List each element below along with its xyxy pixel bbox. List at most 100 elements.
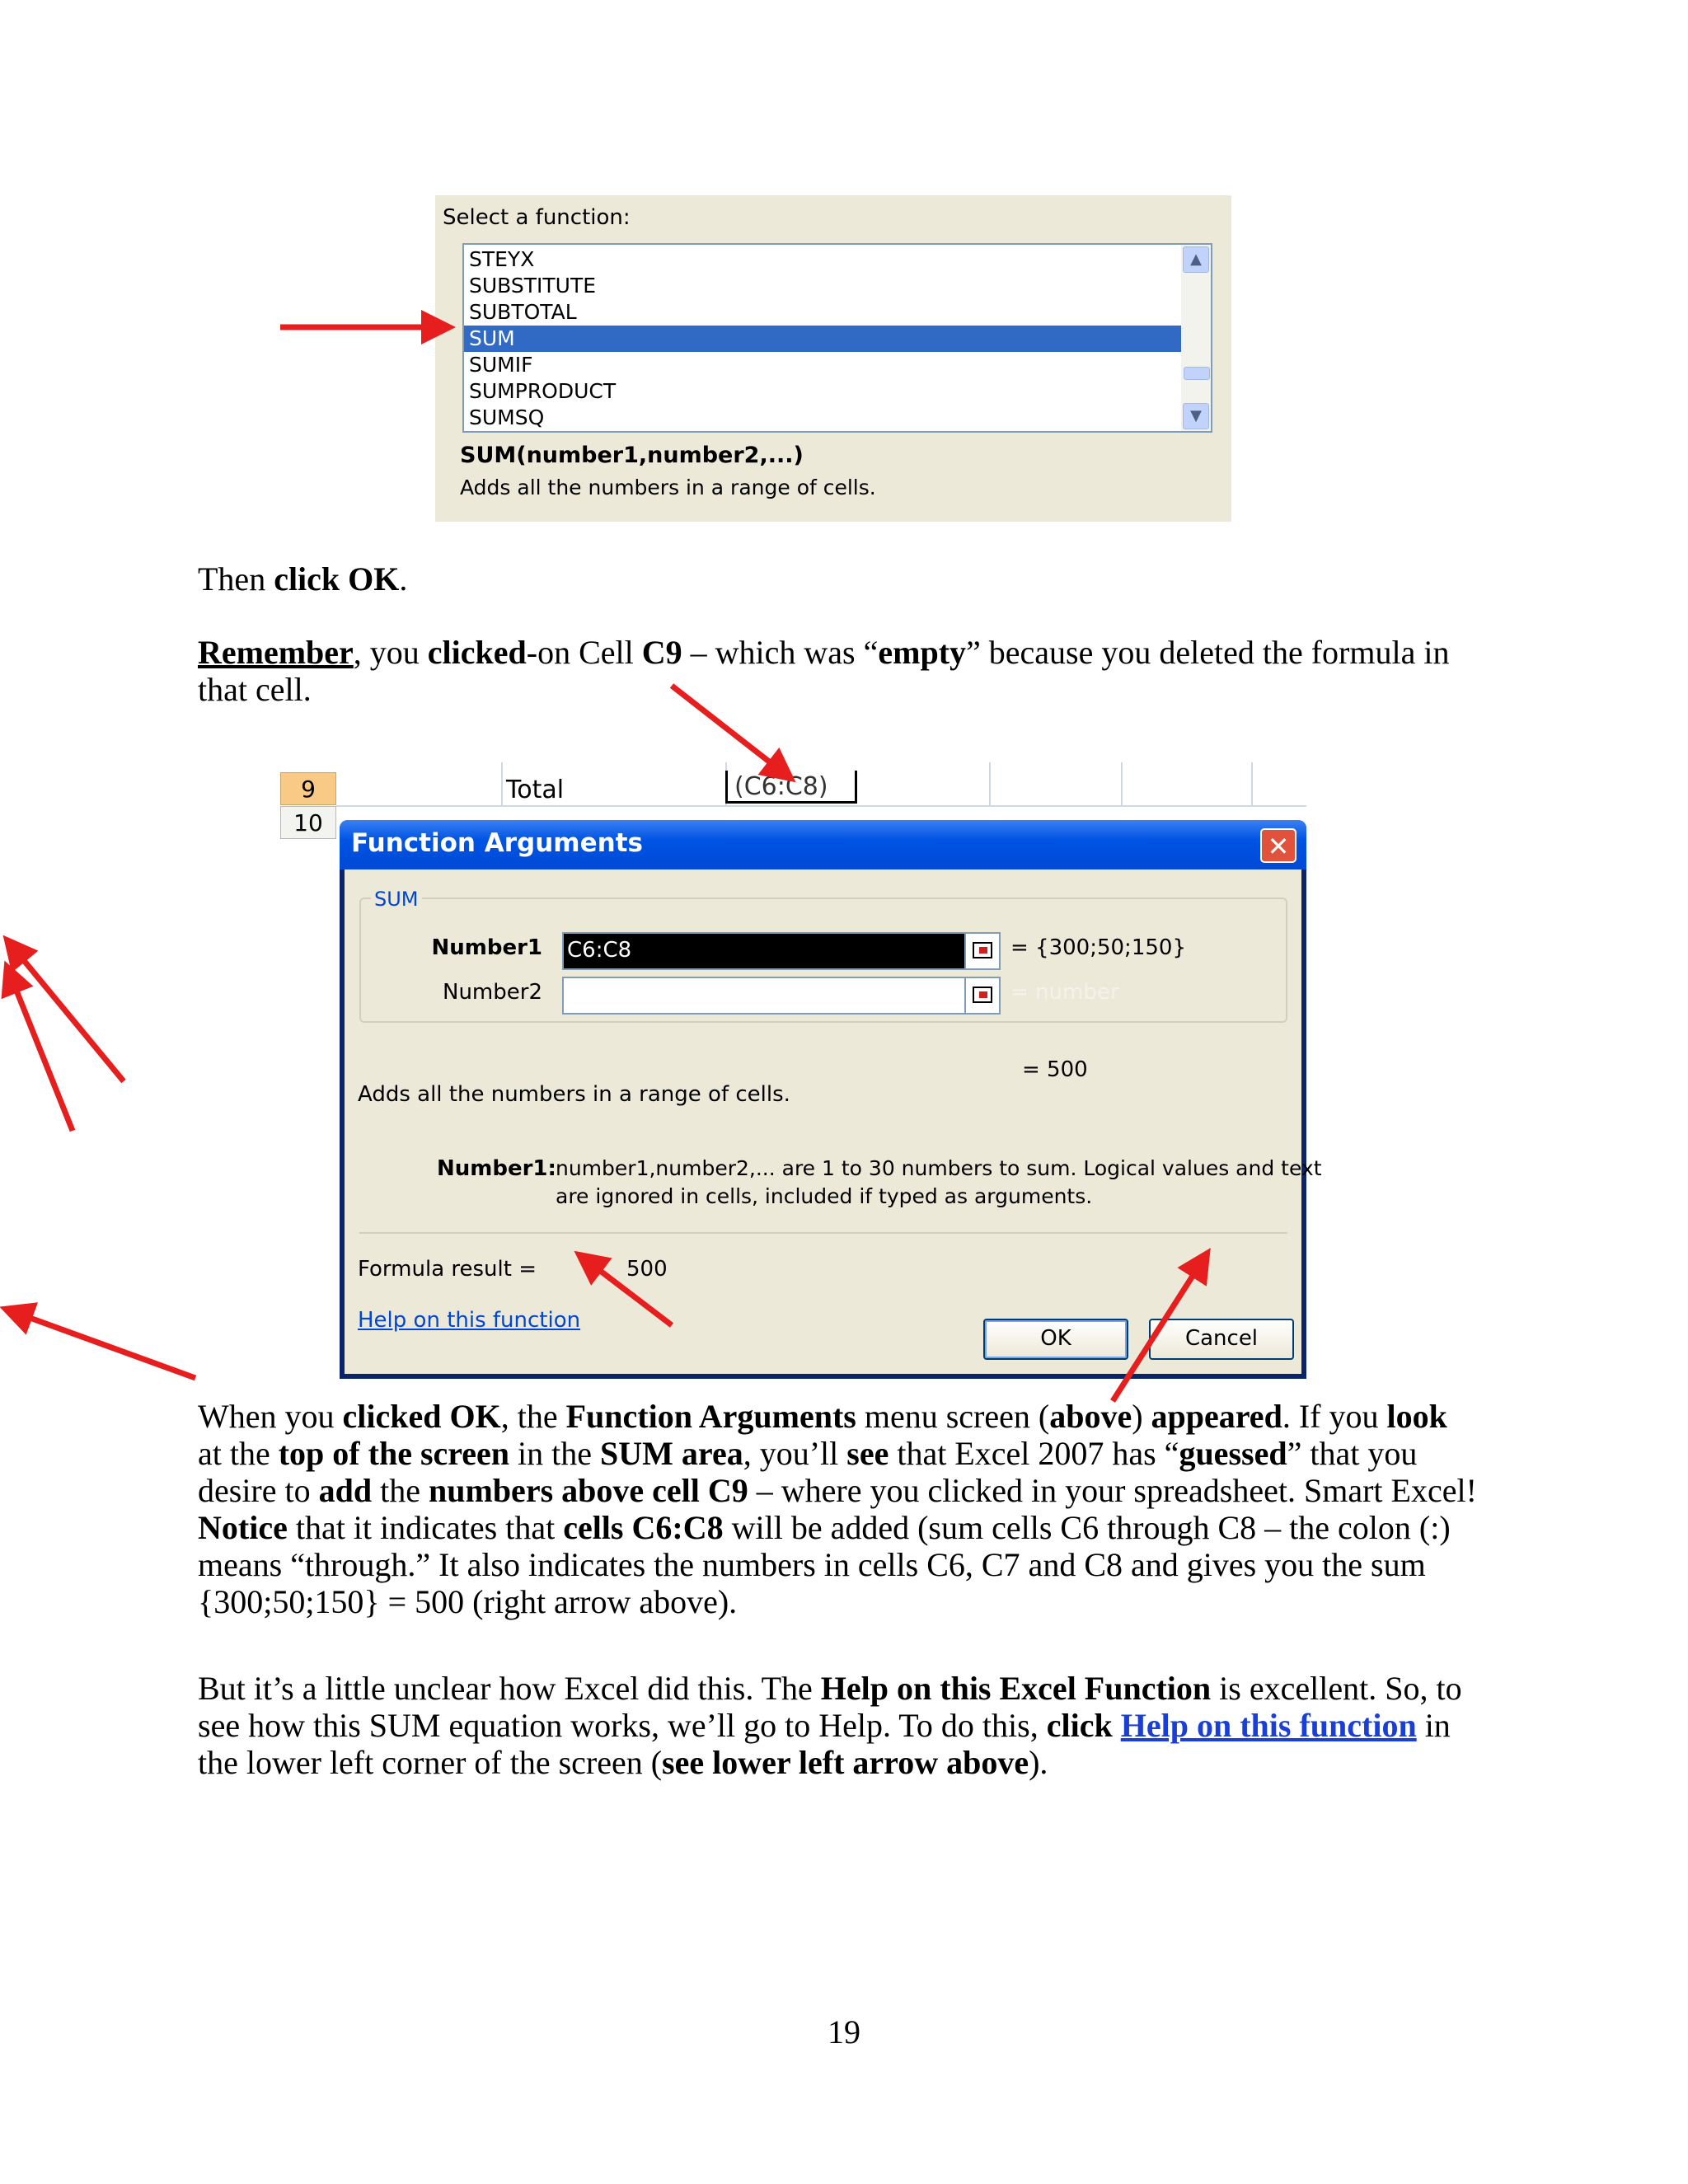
text: , the xyxy=(500,1398,566,1435)
dialog-body: SUM Number1 C6:C8 = {300;50;150} Number2… xyxy=(345,869,1322,1374)
bold-text: C9 xyxy=(641,634,682,671)
function-list-scrollbar[interactable]: ▲ ▼ xyxy=(1181,245,1211,431)
text: that it indicates that xyxy=(287,1509,564,1546)
number2-label: Number2 xyxy=(443,980,542,1005)
function-description: Adds all the numbers in a range of cells… xyxy=(460,476,876,499)
bold-text: clicked xyxy=(427,634,527,671)
cancel-button[interactable]: Cancel xyxy=(1149,1319,1294,1360)
grid-line xyxy=(501,762,503,805)
bold-text: numbers above cell C9 xyxy=(429,1472,748,1509)
active-cell-c9[interactable]: (C6:C8) xyxy=(725,771,857,804)
text: the lower left corner of the screen ( xyxy=(198,1744,663,1781)
text: ) xyxy=(1132,1398,1151,1435)
text: is excellent. So, to xyxy=(1211,1670,1462,1707)
range-picker-icon[interactable] xyxy=(964,977,1001,1015)
page-number: 19 xyxy=(828,2013,860,2050)
help-arg-text: are ignored in cells, included if typed … xyxy=(556,1184,1093,1208)
select-function-panel: Select a function: STEYX SUBSTITUTE SUBT… xyxy=(435,195,1231,522)
text: – where you clicked in your spreadsheet.… xyxy=(748,1472,1477,1509)
function-list[interactable]: STEYX SUBSTITUTE SUBTOTAL SUM SUMIF SUMP… xyxy=(462,243,1212,433)
bold-text: see lower left arrow above xyxy=(662,1744,1029,1781)
text: see how this SUM equation works, we’ll g… xyxy=(198,1707,1047,1744)
text: ). xyxy=(1029,1744,1048,1781)
grid-line xyxy=(1121,762,1123,805)
function-item[interactable]: SUMPRODUCT xyxy=(464,378,1181,405)
cell-total[interactable]: Total xyxy=(506,776,564,804)
grid-line xyxy=(989,762,991,805)
bold-text: empty xyxy=(878,634,967,671)
scroll-thumb[interactable] xyxy=(1184,367,1210,380)
bold-text: click xyxy=(1046,1707,1113,1744)
text: the xyxy=(372,1472,429,1509)
function-item[interactable]: SUMSQ xyxy=(464,405,1181,431)
text: that cell. xyxy=(198,671,312,708)
dialog-description: Adds all the numbers in a range of cells… xyxy=(358,1082,790,1107)
number1-result: = {300;50;150} xyxy=(1010,935,1186,960)
bold-text: Help on this Excel Function xyxy=(820,1670,1212,1707)
text: that Excel 2007 has “ xyxy=(889,1435,1179,1472)
text: – which was “ xyxy=(682,634,879,671)
function-arguments-dialog: Function Arguments ✕ SUM Number1 C6:C8 =… xyxy=(340,820,1322,1379)
scroll-up-icon[interactable]: ▲ xyxy=(1183,246,1209,273)
text: in the xyxy=(509,1435,601,1472)
function-item[interactable]: SUBTOTAL xyxy=(464,299,1181,326)
function-signature: SUM(number1,number2,...) xyxy=(460,443,804,468)
number1-input[interactable]: C6:C8 xyxy=(562,932,966,970)
bold-text: Remember xyxy=(198,634,354,671)
dialog-title-bar[interactable]: Function Arguments ✕ xyxy=(340,820,1306,869)
bold-text: add xyxy=(318,1472,373,1509)
row-header-10[interactable]: 10 xyxy=(280,806,336,839)
help-arg-label: Number1: xyxy=(437,1156,556,1181)
number2-input[interactable] xyxy=(562,977,966,1015)
total-result: = 500 xyxy=(1022,1057,1088,1082)
arrow-icon xyxy=(0,1302,197,1381)
text: . If you xyxy=(1282,1398,1387,1435)
bold-text: Notice xyxy=(198,1509,288,1546)
bold-text: guessed xyxy=(1179,1435,1287,1472)
help-on-this-function-link[interactable]: Help on this function xyxy=(358,1308,580,1333)
excel-screenshot: 9 10 Total (C6:C8) Function Arguments ✕ … xyxy=(280,762,1322,1379)
bold-text: see xyxy=(846,1435,889,1472)
text: menu screen ( xyxy=(856,1398,1050,1435)
arrow-icon xyxy=(2,935,126,1084)
bold-text: click OK xyxy=(274,560,400,598)
bold-text: Function Arguments xyxy=(565,1398,856,1435)
bold-text: above xyxy=(1049,1398,1132,1435)
text: at the xyxy=(198,1435,279,1472)
number1-label: Number1 xyxy=(431,935,542,960)
grid-line xyxy=(1251,762,1253,805)
text: desire to xyxy=(198,1472,319,1509)
help-on-this-function-link[interactable]: Help on this function xyxy=(1121,1707,1417,1744)
function-item[interactable]: STEYX xyxy=(464,246,1181,273)
function-item[interactable]: SUBSTITUTE xyxy=(464,273,1181,299)
ok-button[interactable]: OK xyxy=(983,1319,1128,1360)
text: means “through.” It also indicates the n… xyxy=(198,1546,1426,1583)
select-function-label: Select a function: xyxy=(443,205,631,230)
text: , you’ll xyxy=(743,1435,847,1472)
text: But it’s a little unclear how Excel did … xyxy=(198,1670,821,1707)
number2-result: = number xyxy=(1010,980,1119,1005)
range-picker-icon[interactable] xyxy=(964,932,1001,970)
bold-text: appeared xyxy=(1151,1398,1282,1435)
scroll-down-icon[interactable]: ▼ xyxy=(1183,403,1209,429)
bold-text: top of the screen xyxy=(278,1435,510,1472)
close-icon[interactable]: ✕ xyxy=(1260,828,1296,863)
text: . xyxy=(399,560,408,598)
paragraph-remember: Remember, you clicked-on Cell C9 – which… xyxy=(198,634,1533,708)
bold-text: cells C6:C8 xyxy=(563,1509,724,1546)
text: -on Cell xyxy=(526,634,642,671)
function-item[interactable]: SUMIF xyxy=(464,352,1181,378)
bold-text: look xyxy=(1386,1398,1447,1435)
row-header-9[interactable]: 9 xyxy=(280,772,336,805)
separator xyxy=(359,1232,1287,1234)
function-item-selected[interactable]: SUM xyxy=(464,326,1181,352)
text: ” because you deleted the formula in xyxy=(966,634,1450,671)
arrow-icon xyxy=(1,960,76,1132)
text: {300;50;150} = 500 (right arrow above). xyxy=(198,1583,738,1620)
formula-result-value: 500 xyxy=(626,1257,668,1282)
dialog-title: Function Arguments xyxy=(351,828,643,858)
bold-text: clicked OK xyxy=(342,1398,501,1435)
sum-group-label: SUM xyxy=(371,888,422,911)
text: ” that you xyxy=(1287,1435,1418,1472)
paragraph-then-click-ok: Then click OK. xyxy=(198,560,407,598)
